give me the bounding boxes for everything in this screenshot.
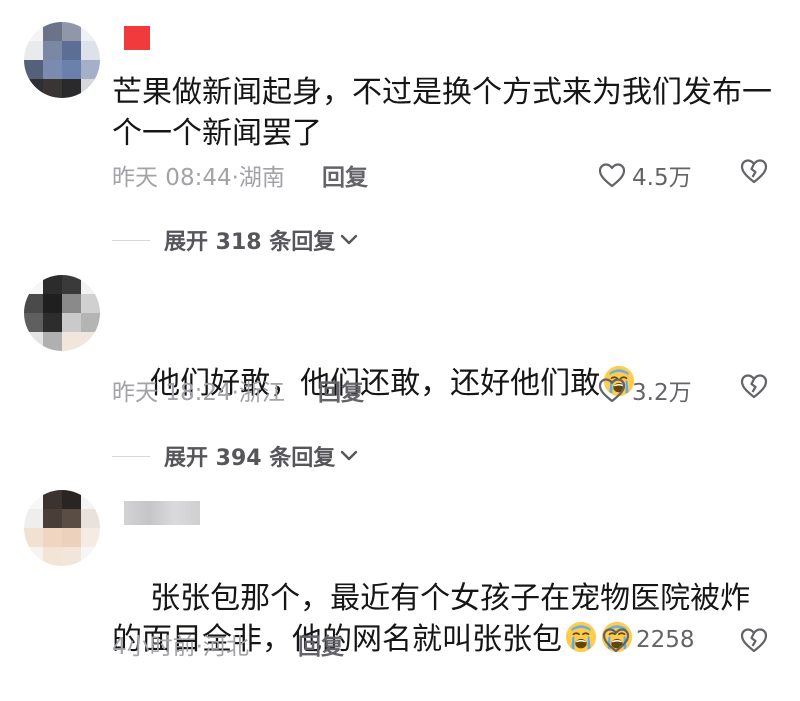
avatar[interactable] xyxy=(24,22,100,98)
like-count: 3.2万 xyxy=(632,380,692,406)
heart-outline-icon xyxy=(598,378,626,403)
broken-heart-icon xyxy=(740,374,768,399)
reply-button[interactable]: 回复 xyxy=(322,158,368,192)
expand-replies-label: 展开 318 条回复 xyxy=(164,230,336,255)
username-redacted[interactable] xyxy=(124,501,200,525)
heart-outline-icon xyxy=(602,628,630,653)
dislike-button[interactable] xyxy=(740,158,768,188)
reply-button[interactable]: 回复 xyxy=(298,627,344,661)
like-count: 4.5万 xyxy=(632,165,692,191)
like-count: 2258 xyxy=(636,627,695,653)
comment-time-location: 昨天 18:24·浙江 xyxy=(112,380,285,406)
dislike-button[interactable] xyxy=(740,373,768,403)
expand-replies-button[interactable]: 展开 318 条回复 xyxy=(112,224,359,256)
crying-face-emoji-icon xyxy=(565,621,597,653)
expand-replies-label: 展开 394 条回复 xyxy=(164,446,336,471)
divider xyxy=(112,239,150,241)
comment-time-location: 昨天 08:44·湖南 xyxy=(112,165,285,191)
chevron-down-icon xyxy=(341,450,358,461)
comment-time-location: 4小时前·河北 xyxy=(112,634,249,660)
like-button[interactable]: 4.5万 xyxy=(598,158,692,192)
comment-text: 张张包那个，最近有个女孩子在宠物医院被炸的面目全非，他的网名就叫张张包 xyxy=(112,537,772,701)
avatar[interactable] xyxy=(24,490,100,566)
broken-heart-icon xyxy=(740,628,768,653)
heart-outline-icon xyxy=(598,163,626,188)
comment-text: 芒果做新闻起身，不过是换个方式来为我们发布一个一个新闻罢了 xyxy=(112,75,772,151)
expand-replies-button[interactable]: 展开 394 条回复 xyxy=(112,440,359,472)
avatar[interactable] xyxy=(24,275,100,351)
like-button[interactable]: 3.2万 xyxy=(598,373,692,407)
reply-button[interactable]: 回复 xyxy=(318,373,364,407)
dislike-button[interactable] xyxy=(740,627,768,657)
divider xyxy=(112,455,150,457)
like-button[interactable]: 2258 xyxy=(602,627,695,653)
broken-heart-icon xyxy=(740,159,768,184)
chevron-down-icon xyxy=(341,234,358,245)
username-redacted[interactable] xyxy=(124,26,150,50)
